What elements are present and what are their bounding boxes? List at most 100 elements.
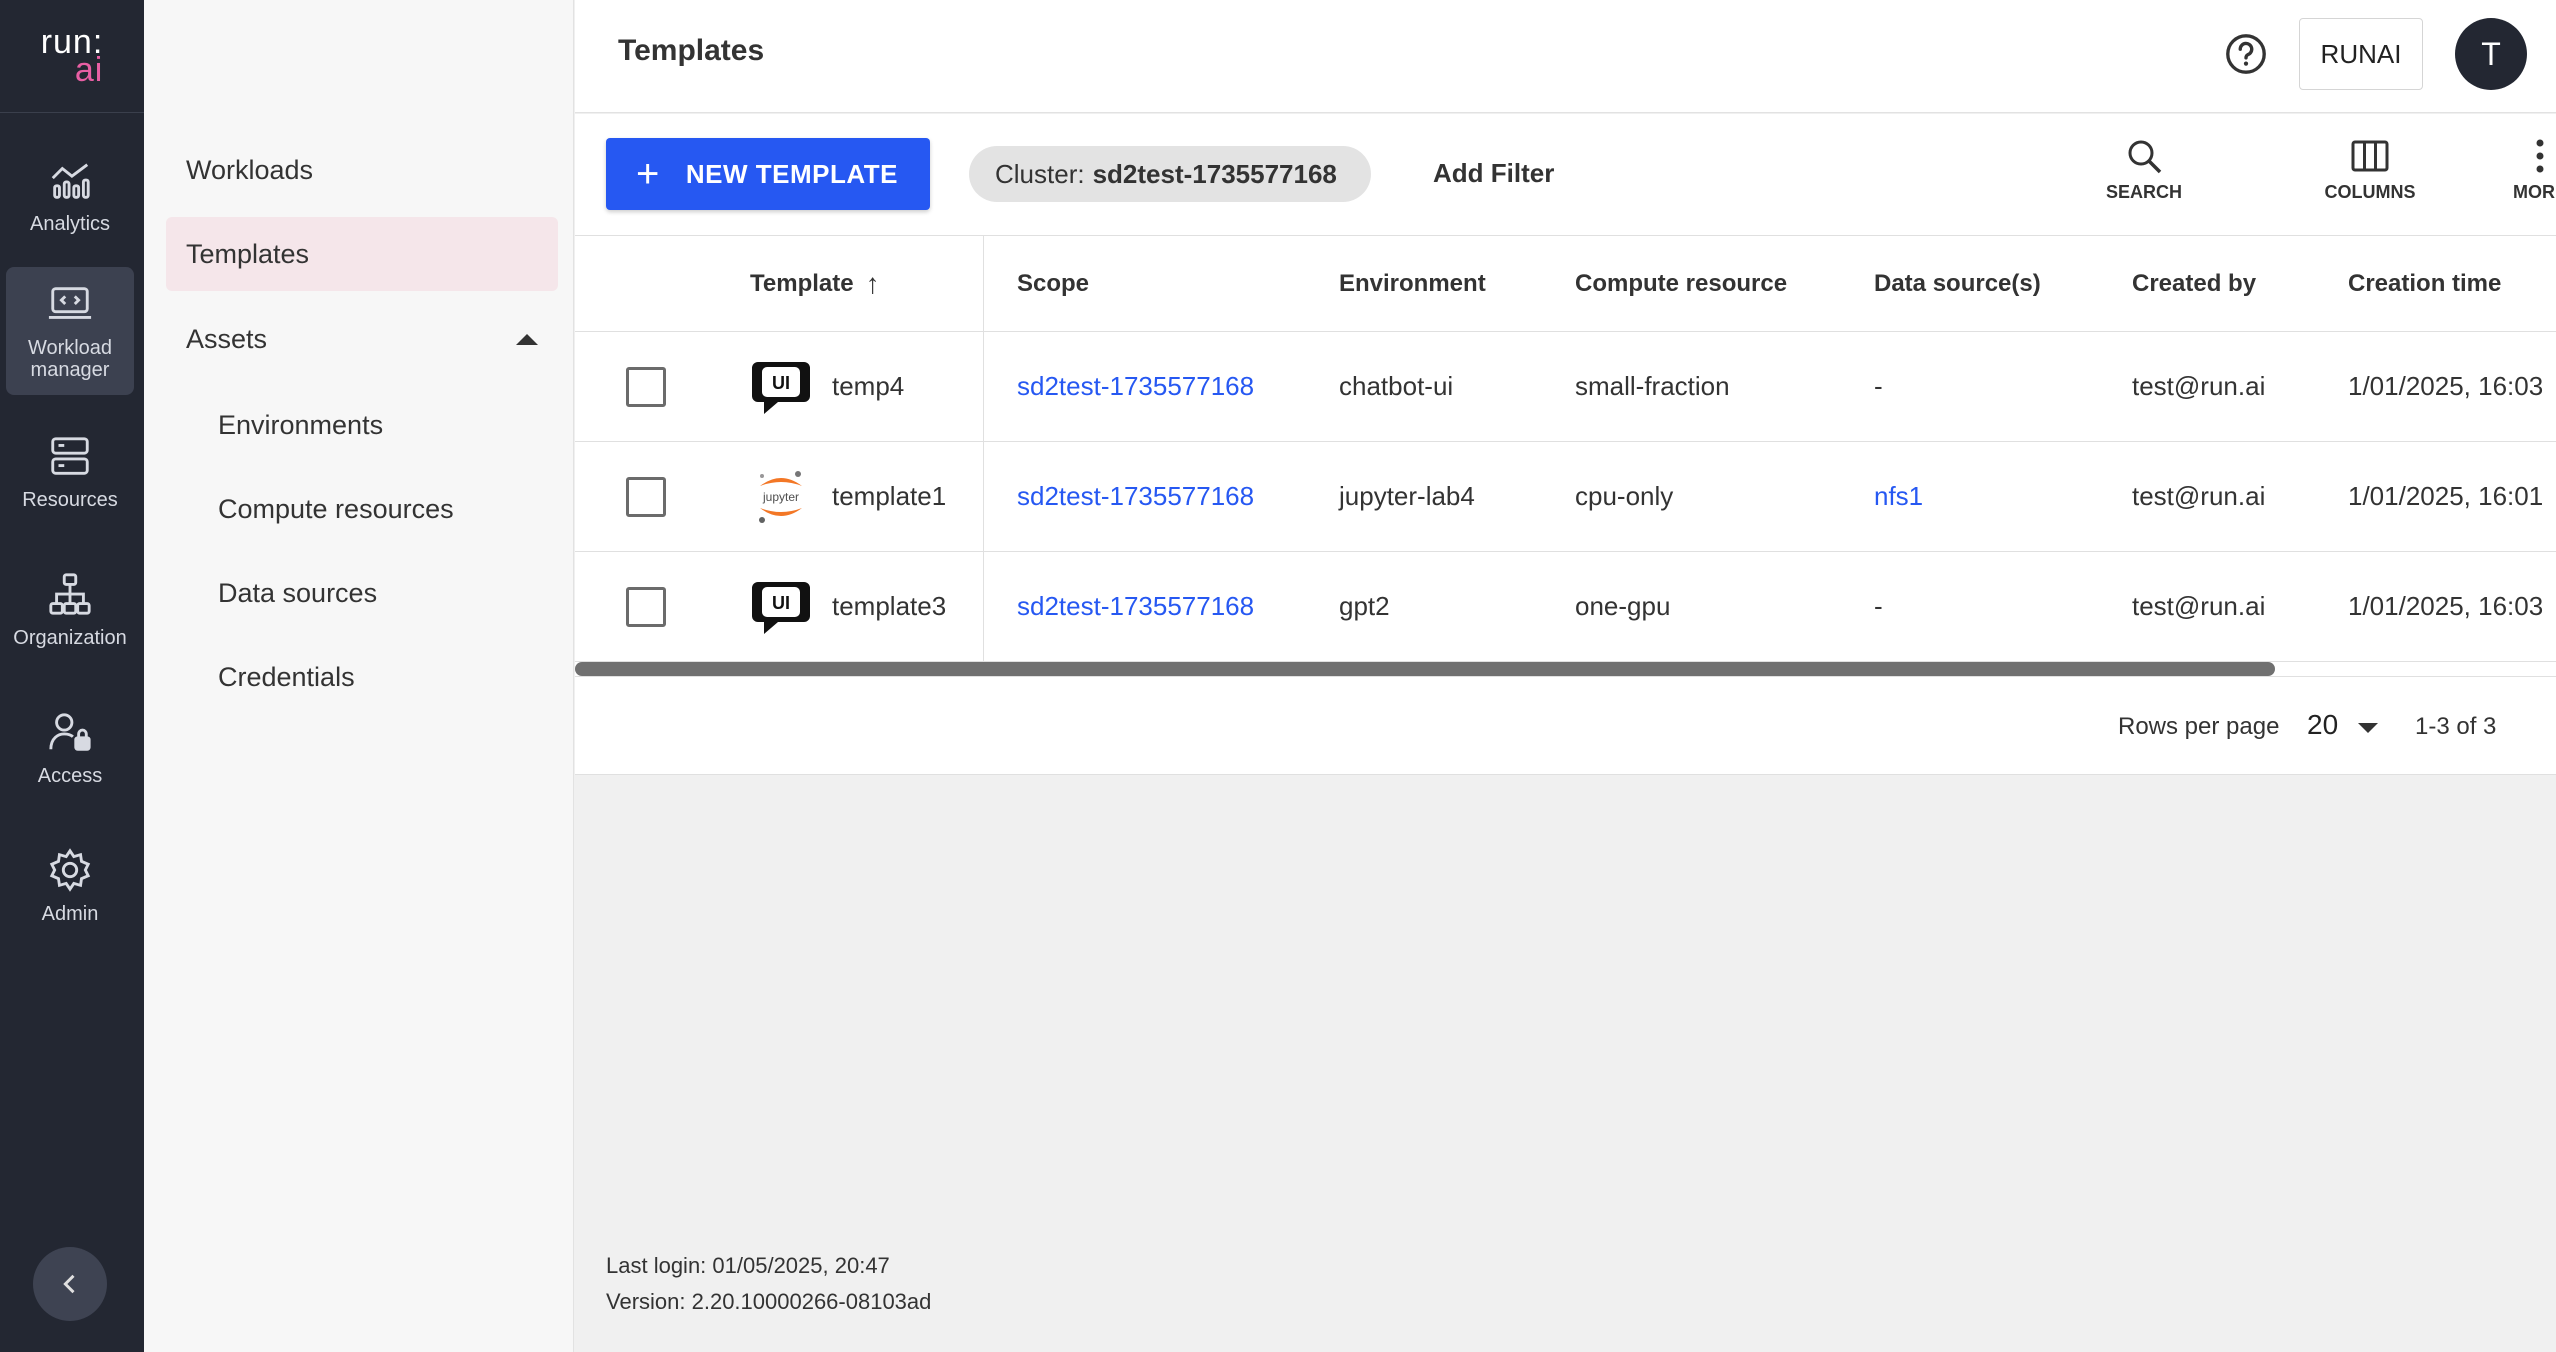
subnav-item-data-sources[interactable]: Data sources xyxy=(166,556,558,630)
columns-button[interactable]: COLUMNS xyxy=(2310,136,2430,203)
scope-link[interactable]: sd2test-1735577168 xyxy=(1017,332,1254,441)
more-vertical-icon xyxy=(2536,139,2544,173)
rail-item-organization[interactable]: Organization xyxy=(6,546,134,674)
organization-icon xyxy=(49,573,91,615)
table-row[interactable]: jupyter template1 sd2test-1735577168 jup… xyxy=(575,442,2556,552)
collapse-sidebar-button[interactable] xyxy=(33,1247,107,1321)
created-by-cell: test@run.ai xyxy=(2132,591,2266,621)
chatbot-ui-icon: UI xyxy=(750,576,812,638)
search-label: SEARCH xyxy=(2105,182,2182,202)
add-filter-button[interactable]: Add Filter xyxy=(1433,158,1554,189)
rail-item-admin[interactable]: Admin xyxy=(6,822,134,950)
last-login-text: Last login: 01/05/2025, 20:47 xyxy=(606,1253,890,1278)
help-button[interactable] xyxy=(2223,31,2269,77)
column-header-scope[interactable]: Scope xyxy=(1017,236,1089,331)
created-by-cell: test@run.ai xyxy=(2132,481,2266,511)
subnav-label: Environments xyxy=(218,409,384,440)
rail-label-workload-manager: Workload manager xyxy=(27,337,113,381)
row-checkbox[interactable] xyxy=(626,586,666,627)
subnav-label: Templates xyxy=(186,238,310,269)
columns-label: COLUMNS xyxy=(2324,182,2416,202)
creation-time-cell: 1/01/2025, 16:03 xyxy=(2348,591,2544,621)
search-icon xyxy=(2128,140,2162,174)
resources-icon xyxy=(51,437,89,475)
environment-cell: jupyter-lab4 xyxy=(1339,481,1475,511)
runai-logo[interactable]: run: ai xyxy=(0,0,144,113)
row-checkbox[interactable] xyxy=(626,366,666,407)
svg-text:jupyter: jupyter xyxy=(762,490,799,504)
column-header-environment[interactable]: Environment xyxy=(1339,236,1486,331)
subnav-label: Assets xyxy=(186,323,268,354)
workload-manager-subnav: Workloads Templates Assets Environments … xyxy=(144,0,574,1352)
sort-ascending-icon: ↑ xyxy=(865,267,880,299)
column-header-created-by[interactable]: Created by xyxy=(2132,236,2256,331)
rail-item-resources[interactable]: Resources xyxy=(6,408,134,536)
rail-item-analytics[interactable]: Analytics xyxy=(6,132,134,260)
horizontal-scrollbar[interactable] xyxy=(575,662,2275,676)
column-header-data-sources[interactable]: Data source(s) xyxy=(1874,236,2041,331)
user-avatar[interactable]: T xyxy=(2455,18,2527,90)
subnav-item-templates[interactable]: Templates xyxy=(166,217,558,291)
created-by-cell: test@run.ai xyxy=(2132,371,2266,401)
rail-label-analytics: Analytics xyxy=(29,213,111,235)
svg-text:UI: UI xyxy=(772,593,790,613)
new-template-button[interactable]: + NEW TEMPLATE xyxy=(606,138,930,210)
main-content: Templates RUNAI T + NEW TEMPLATE Cluster:… xyxy=(575,0,2556,1352)
creation-time-cell: 1/01/2025, 16:01 xyxy=(2348,481,2544,511)
cluster-filter-chip[interactable]: Cluster: sd2test-1735577168 xyxy=(969,146,1371,202)
subnav-item-credentials[interactable]: Credentials xyxy=(166,640,558,714)
rail-label-organization: Organization xyxy=(13,627,127,649)
top-bar: Templates RUNAI T xyxy=(575,0,2556,113)
environment-cell: chatbot-ui xyxy=(1339,371,1454,401)
column-header-compute-resource[interactable]: Compute resource xyxy=(1575,236,1787,331)
plus-icon: + xyxy=(636,152,660,196)
subnav-label: Compute resources xyxy=(218,493,454,524)
version-text: Version: 2.20.10000266-08103ad xyxy=(606,1289,932,1314)
creation-time-cell: 1/01/2025, 16:03 xyxy=(2348,371,2544,401)
gear-icon xyxy=(49,848,91,892)
data-source-link[interactable]: nfs1 xyxy=(1874,442,1923,551)
frozen-column-divider xyxy=(983,332,984,441)
scope-link[interactable]: sd2test-1735577168 xyxy=(1017,442,1254,551)
scope-link[interactable]: sd2test-1735577168 xyxy=(1017,552,1254,661)
chatbot-ui-icon: UI xyxy=(750,356,812,418)
frozen-column-divider xyxy=(983,552,984,661)
template-name: temp4 xyxy=(832,371,905,401)
filter-key: Cluster: xyxy=(995,158,1085,189)
caret-down-icon[interactable] xyxy=(2358,723,2378,733)
new-template-label: NEW TEMPLATE xyxy=(685,158,898,189)
subnav-item-environments[interactable]: Environments xyxy=(166,388,558,462)
subnav-item-compute-resources[interactable]: Compute resources xyxy=(166,472,558,546)
rail-label-admin: Admin xyxy=(41,903,99,925)
tenant-button[interactable]: RUNAI xyxy=(2299,18,2423,90)
svg-text:UI: UI xyxy=(772,373,790,393)
templates-table: Template ↑ Scope Environment Compute reso… xyxy=(575,236,2556,662)
more-button[interactable]: MORE xyxy=(2480,136,2556,203)
table-row[interactable]: UI temp4 sd2test-1735577168 chatbot-ui s… xyxy=(575,332,2556,442)
columns-icon xyxy=(2351,140,2389,172)
data-source-cell: - xyxy=(1874,371,1883,401)
table-row[interactable]: UI template3 sd2test-1735577168 gpt2 one… xyxy=(575,552,2556,662)
subnav-item-workloads[interactable]: Workloads xyxy=(166,133,558,207)
frozen-column-divider xyxy=(983,442,984,551)
subnav-label: Data sources xyxy=(218,577,378,608)
rail-label-access: Access xyxy=(37,765,103,787)
data-source-cell: - xyxy=(1874,591,1883,621)
compute-resource-cell: cpu-only xyxy=(1575,481,1674,511)
row-checkbox[interactable] xyxy=(626,476,666,517)
chevron-left-icon xyxy=(63,1274,75,1294)
rail-item-workload-manager[interactable]: Workload manager xyxy=(6,267,134,395)
column-header-creation-time[interactable]: Creation time xyxy=(2348,236,2501,331)
jupyter-icon: jupyter xyxy=(750,466,812,528)
compute-resource-cell: one-gpu xyxy=(1575,591,1671,621)
rail-item-access[interactable]: Access xyxy=(6,684,134,812)
template-name: template1 xyxy=(832,481,947,511)
analytics-icon xyxy=(51,163,90,199)
subnav-item-assets[interactable]: Assets xyxy=(166,302,558,376)
search-button[interactable]: SEARCH xyxy=(2084,136,2204,203)
environment-cell: gpt2 xyxy=(1339,591,1390,621)
rows-per-page-select[interactable]: 20 xyxy=(2307,709,2338,741)
pagination-range: 1-3 of 3 xyxy=(2415,713,2497,740)
column-header-template[interactable]: Template ↑ xyxy=(750,236,880,331)
table-header: Template ↑ Scope Environment Compute reso… xyxy=(575,236,2556,332)
